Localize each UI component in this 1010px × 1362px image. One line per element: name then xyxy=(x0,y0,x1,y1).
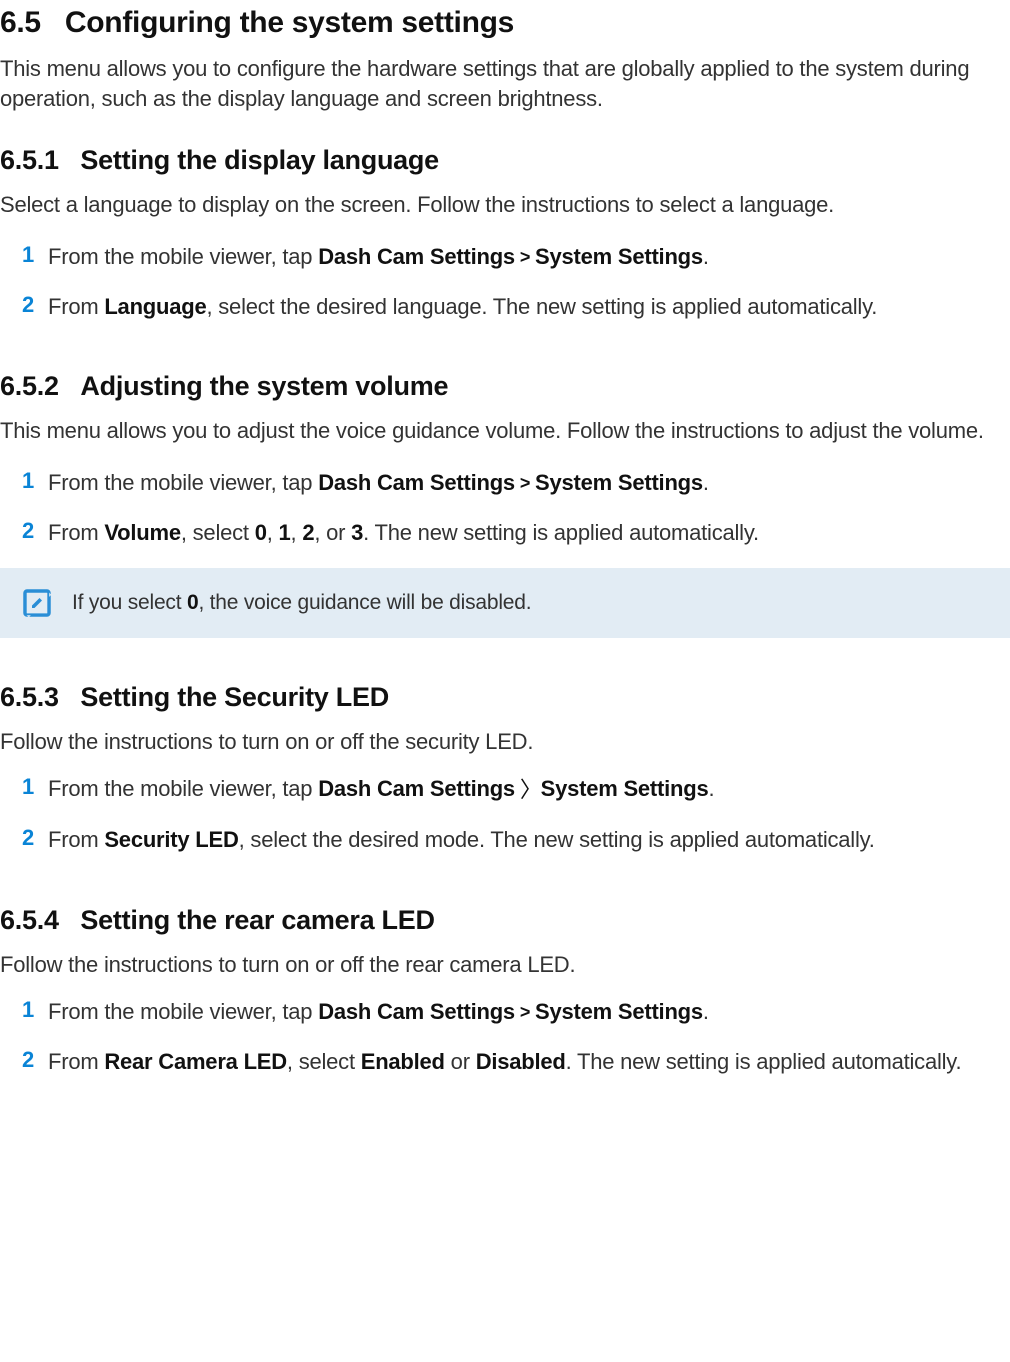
step-number: 1 xyxy=(22,242,48,268)
bold-text: Dash Cam Settings > System Settings xyxy=(318,244,703,269)
bold-text: Dash Cam Settings > System Settings xyxy=(318,999,703,1024)
heading-6-5-1: 6.5.1 Setting the display language xyxy=(0,145,1010,176)
step-text: From Language, select the desired langua… xyxy=(48,292,877,322)
step-item: 1 From the mobile viewer, tap Dash Cam S… xyxy=(0,242,1010,272)
bold-text: Volume xyxy=(104,520,181,545)
step-number: 1 xyxy=(22,774,48,800)
heading-number: 6.5.2 xyxy=(0,371,59,401)
note-icon xyxy=(22,588,52,618)
intro-paragraph: Select a language to display on the scre… xyxy=(0,190,1010,220)
bold-text: Disabled xyxy=(476,1049,566,1074)
step-text: From Security LED, select the desired mo… xyxy=(48,825,875,855)
bold-text: 1 xyxy=(279,520,291,545)
chevron-right-icon: 〉 xyxy=(520,775,542,805)
step-item: 2 From Rear Camera LED, select Enabled o… xyxy=(0,1047,1010,1077)
step-text: From the mobile viewer, tap Dash Cam Set… xyxy=(48,774,714,805)
step-text: From the mobile viewer, tap Dash Cam Set… xyxy=(48,997,709,1027)
step-item: 2 From Volume, select 0, 1, 2, or 3. The… xyxy=(0,518,1010,548)
heading-number: 6.5.4 xyxy=(0,905,59,935)
bold-text: Rear Camera LED xyxy=(104,1049,287,1074)
step-text: From the mobile viewer, tap Dash Cam Set… xyxy=(48,242,709,272)
step-number: 1 xyxy=(22,468,48,494)
heading-title: Adjusting the system volume xyxy=(80,371,448,401)
note-callout: If you select 0, the voice guidance will… xyxy=(0,568,1010,638)
heading-number: 6.5 xyxy=(0,6,41,39)
intro-paragraph: This menu allows you to configure the ha… xyxy=(0,54,1010,113)
heading-6-5: 6.5 Configuring the system settings xyxy=(0,6,1010,40)
step-number: 2 xyxy=(22,292,48,318)
bold-text: Dash Cam Settings > System Settings xyxy=(318,470,703,495)
step-item: 1 From the mobile viewer, tap Dash Cam S… xyxy=(0,997,1010,1027)
heading-6-5-4: 6.5.4 Setting the rear camera LED xyxy=(0,905,1010,936)
step-item: 1 From the mobile viewer, tap Dash Cam S… xyxy=(0,774,1010,805)
bold-text: 2 xyxy=(302,520,314,545)
intro-paragraph: Follow the instructions to turn on or of… xyxy=(0,950,1010,980)
step-number: 2 xyxy=(22,1047,48,1073)
heading-6-5-3: 6.5.3 Setting the Security LED xyxy=(0,682,1010,713)
heading-title: Configuring the system settings xyxy=(65,6,514,39)
heading-number: 6.5.1 xyxy=(0,145,59,175)
step-item: 1 From the mobile viewer, tap Dash Cam S… xyxy=(0,468,1010,498)
heading-number: 6.5.3 xyxy=(0,682,59,712)
bold-text: Language xyxy=(104,294,206,319)
step-text: From Rear Camera LED, select Enabled or … xyxy=(48,1047,961,1077)
intro-paragraph: This menu allows you to adjust the voice… xyxy=(0,416,1010,446)
step-number: 2 xyxy=(22,518,48,544)
bold-text: 0 xyxy=(255,520,267,545)
step-number: 1 xyxy=(22,997,48,1023)
heading-title: Setting the Security LED xyxy=(80,682,389,712)
bold-text: 0 xyxy=(187,591,198,614)
bold-text: Enabled xyxy=(361,1049,445,1074)
heading-title: Setting the display language xyxy=(80,145,439,175)
bold-text: Dash Cam Settings 〉System Settings xyxy=(318,776,708,801)
heading-title: Setting the rear camera LED xyxy=(80,905,434,935)
note-text: If you select 0, the voice guidance will… xyxy=(72,591,531,615)
intro-paragraph: Follow the instructions to turn on or of… xyxy=(0,727,1010,757)
heading-6-5-2: 6.5.2 Adjusting the system volume xyxy=(0,371,1010,402)
step-item: 2 From Security LED, select the desired … xyxy=(0,825,1010,855)
bold-text: Security LED xyxy=(104,827,238,852)
bold-text: 3 xyxy=(351,520,363,545)
step-text: From Volume, select 0, 1, 2, or 3. The n… xyxy=(48,518,759,548)
step-text: From the mobile viewer, tap Dash Cam Set… xyxy=(48,468,709,498)
step-item: 2 From Language, select the desired lang… xyxy=(0,292,1010,322)
step-number: 2 xyxy=(22,825,48,851)
